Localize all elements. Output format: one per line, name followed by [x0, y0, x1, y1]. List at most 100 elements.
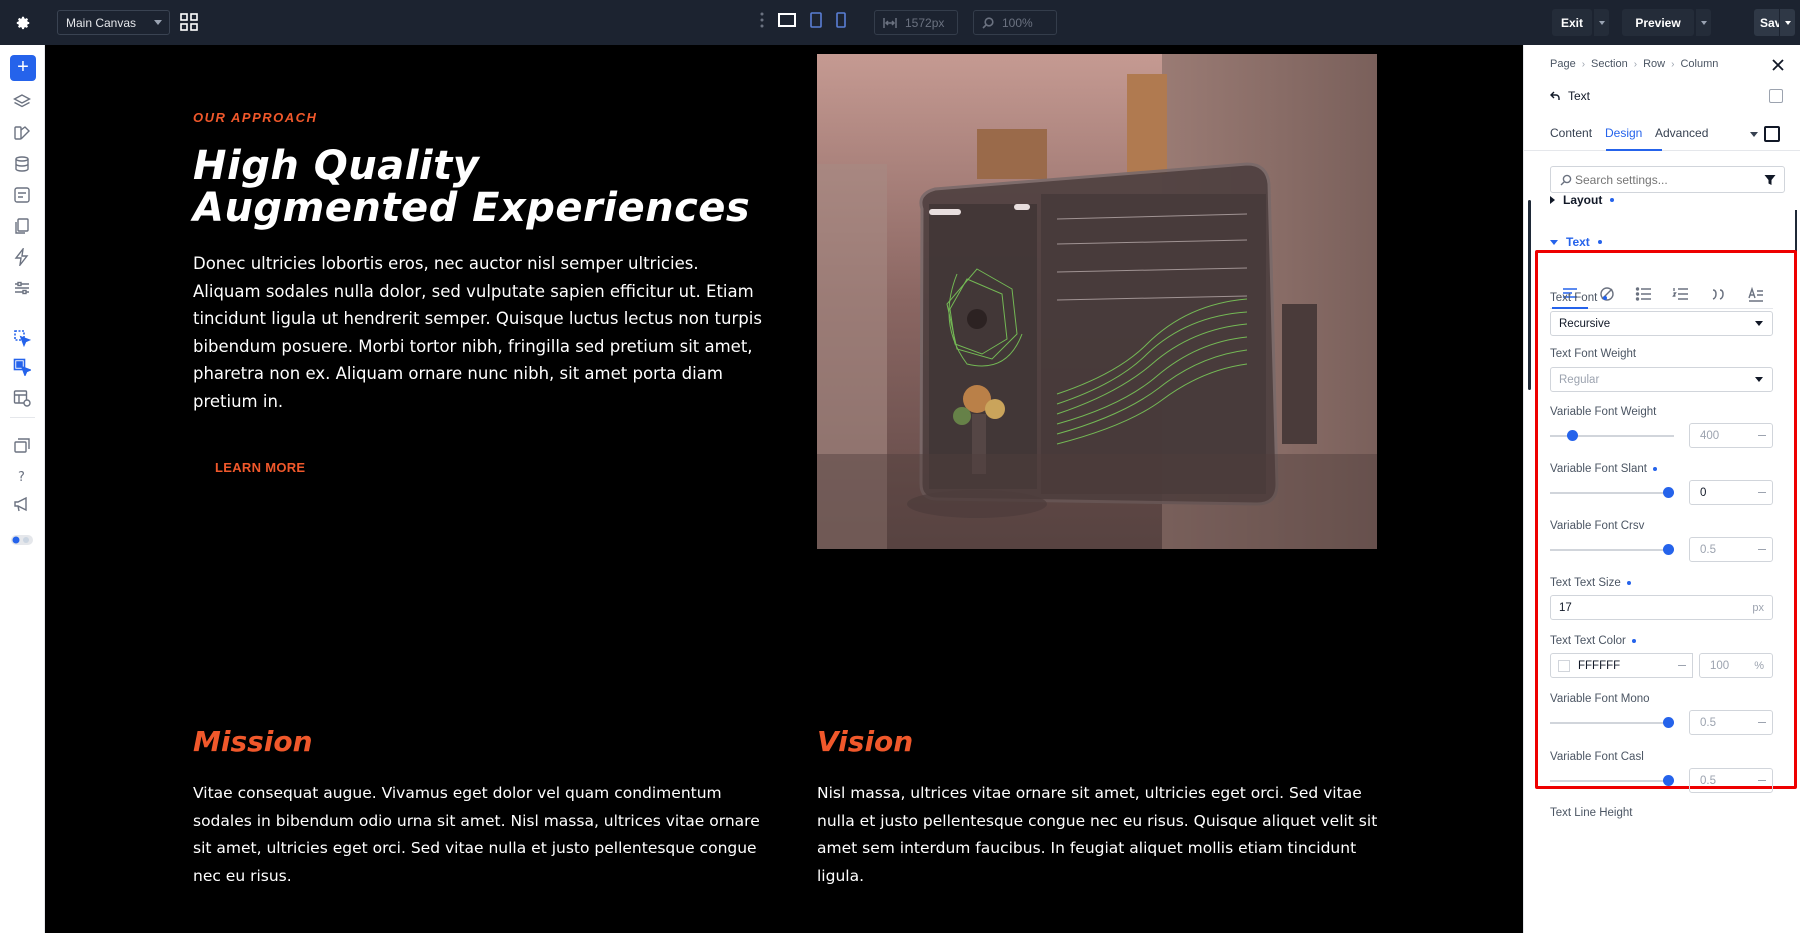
back-arrow-icon[interactable]	[1550, 91, 1560, 101]
modified-dot	[1631, 639, 1636, 643]
panel-scrollbar[interactable]	[1795, 210, 1797, 255]
text-style-icon[interactable]	[1747, 285, 1765, 303]
text-font-weight-select[interactable]: Regular	[1550, 367, 1773, 392]
slider-handle[interactable]	[1663, 717, 1674, 728]
search-icon	[982, 16, 994, 29]
layout-section-toggle[interactable]: Layout	[1550, 193, 1615, 207]
tab-advanced[interactable]: Advanced	[1655, 126, 1708, 140]
var-weight-input[interactable]: 400	[1689, 423, 1773, 448]
text-font-label-text: Text Font	[1550, 292, 1598, 304]
preview-menu-button[interactable]	[1695, 9, 1711, 36]
modified-dot	[1597, 240, 1602, 244]
breadcrumb-page[interactable]: Page	[1550, 58, 1576, 70]
layers-icon[interactable]	[13, 93, 31, 111]
panel-tabs: Content Design Advanced	[1524, 117, 1800, 151]
help-icon[interactable]: ?	[13, 467, 31, 485]
hero-text[interactable]: Donec ultricies lobortis eros, nec aucto…	[193, 250, 763, 415]
ar-room-illustration	[817, 54, 1377, 549]
canvas-width-field[interactable]: 1572px	[874, 10, 958, 35]
text-color-input[interactable]: FFFFFF	[1550, 653, 1693, 678]
text-size-unit[interactable]: px	[1752, 602, 1764, 614]
text-section-toggle[interactable]: Text	[1550, 235, 1602, 249]
settings-button[interactable]	[0, 0, 45, 45]
toggle-icon[interactable]	[10, 531, 34, 549]
chevron-right-icon: ›	[1633, 58, 1638, 70]
grid-icon[interactable]	[180, 13, 198, 31]
vision-heading[interactable]: Vision	[817, 725, 913, 758]
add-element-button[interactable]: +	[10, 55, 36, 81]
slider-handle[interactable]	[1663, 544, 1674, 555]
preview-button[interactable]: Preview	[1622, 9, 1694, 36]
hero-heading[interactable]: High Quality Augmented Experiences	[193, 145, 753, 229]
paint-icon[interactable]	[13, 124, 31, 142]
database-icon[interactable]	[13, 155, 31, 173]
chevron-right-icon: ›	[1581, 58, 1586, 70]
windows-icon[interactable]	[13, 437, 31, 455]
save-menu-button[interactable]	[1779, 9, 1795, 36]
chevron-down-icon	[1700, 20, 1707, 25]
learn-more-button[interactable]: LEARN MORE	[215, 460, 305, 475]
mission-heading[interactable]: Mission	[193, 725, 313, 758]
click-icon[interactable]	[13, 329, 31, 347]
text-color-alpha-input[interactable]: 100 %	[1699, 653, 1773, 678]
tablet-icon[interactable]	[810, 12, 822, 28]
hero-image[interactable]	[817, 54, 1377, 549]
sliders-icon[interactable]	[13, 279, 31, 297]
text-font-value: Recursive	[1559, 317, 1611, 330]
element-options-button[interactable]	[1769, 89, 1783, 103]
breadcrumb-row[interactable]: Row	[1643, 58, 1665, 70]
text-size-value: 17	[1559, 601, 1572, 614]
modified-dot	[1610, 198, 1615, 202]
mission-text[interactable]: Vitae consequat augue. Vivamus eget dolo…	[193, 780, 763, 890]
modified-dot	[1603, 296, 1608, 300]
var-crsv-slider[interactable]	[1550, 544, 1674, 555]
pages-icon[interactable]	[13, 217, 31, 235]
var-mono-slider[interactable]	[1550, 717, 1674, 728]
quote-icon[interactable]	[1710, 285, 1728, 303]
var-mono-input[interactable]: 0.5	[1689, 710, 1773, 735]
panel-scroll-indicator[interactable]	[1528, 200, 1531, 390]
tab-design[interactable]: Design	[1605, 126, 1642, 140]
multi-select-icon[interactable]	[13, 358, 31, 376]
text-color-label: Text Text Color	[1550, 635, 1636, 647]
template-icon[interactable]	[13, 186, 31, 204]
exit-menu-button[interactable]	[1593, 9, 1609, 36]
breadcrumb-section[interactable]: Section	[1591, 58, 1628, 70]
desktop-icon[interactable]	[778, 13, 796, 27]
breadcrumb-column[interactable]: Column	[1680, 58, 1718, 70]
megaphone-icon[interactable]	[13, 495, 31, 513]
vision-text[interactable]: Nisl massa, ultrices vitae ornare sit am…	[817, 780, 1387, 890]
more-vertical-icon[interactable]	[760, 12, 764, 28]
chevron-right-icon	[1550, 196, 1555, 204]
settings-search	[1550, 166, 1785, 193]
eyebrow-text[interactable]: OUR APPROACH	[193, 110, 317, 125]
bulleted-list-icon[interactable]	[1635, 285, 1653, 303]
var-slant-input[interactable]: 0	[1689, 480, 1773, 505]
chevron-down-icon[interactable]	[1750, 132, 1758, 137]
tab-content[interactable]: Content	[1550, 126, 1592, 140]
var-casl-input[interactable]: 0.5	[1689, 768, 1773, 793]
square-icon[interactable]	[1764, 126, 1780, 142]
close-icon[interactable]	[1771, 58, 1785, 72]
var-crsv-label-text: Variable Font Crsv	[1550, 520, 1645, 532]
slider-handle[interactable]	[1663, 487, 1674, 498]
lightning-icon[interactable]	[13, 248, 31, 266]
var-casl-slider[interactable]	[1550, 775, 1674, 786]
mobile-icon[interactable]	[836, 12, 846, 28]
var-slant-slider[interactable]	[1550, 487, 1674, 498]
modified-dot	[1652, 467, 1657, 471]
slider-handle[interactable]	[1567, 430, 1578, 441]
color-swatch[interactable]	[1558, 660, 1570, 672]
slider-handle[interactable]	[1663, 775, 1674, 786]
zoom-field[interactable]: 100%	[973, 10, 1057, 35]
var-weight-slider[interactable]	[1550, 430, 1674, 441]
search-input[interactable]	[1575, 172, 1755, 187]
numbered-list-icon[interactable]	[1672, 285, 1690, 303]
exit-button[interactable]: Exit	[1552, 9, 1592, 36]
layout-settings-icon[interactable]	[13, 389, 31, 407]
var-crsv-input[interactable]: 0.5	[1689, 537, 1773, 562]
filter-icon[interactable]	[1764, 174, 1776, 186]
text-size-input[interactable]: 17 px	[1550, 595, 1773, 620]
canvas-select[interactable]: Main Canvas	[57, 10, 170, 35]
text-font-select[interactable]: Recursive	[1550, 311, 1773, 336]
